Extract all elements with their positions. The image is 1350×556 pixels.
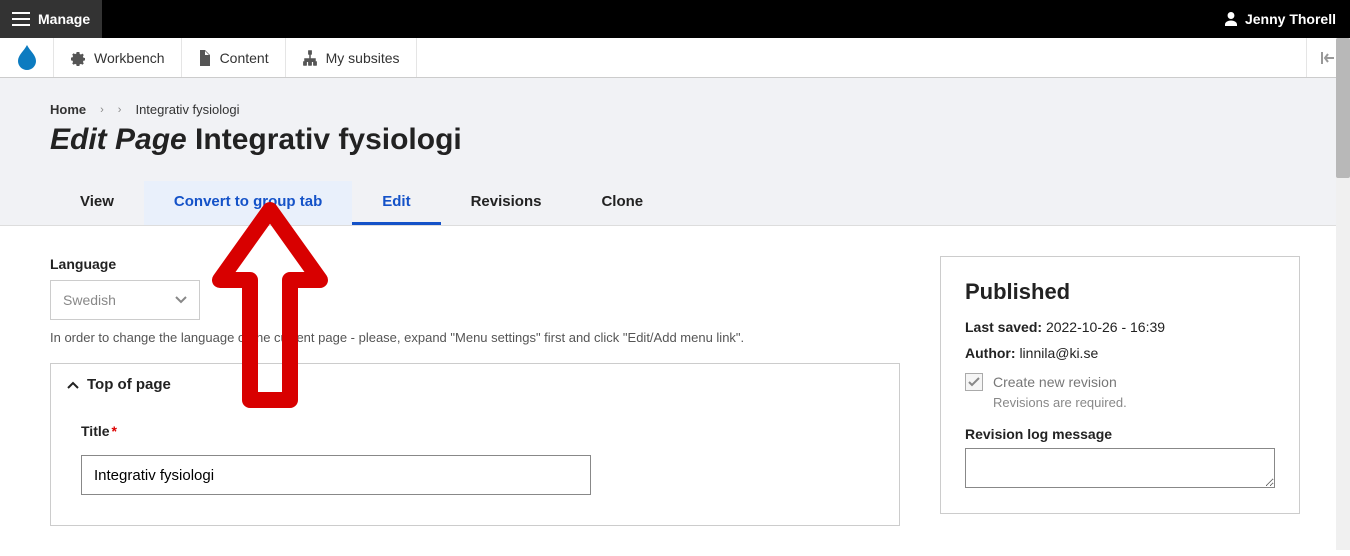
revision-required-note: Revisions are required. xyxy=(993,395,1275,410)
title-label-text: Title xyxy=(81,423,110,439)
toolbar-content-label: Content xyxy=(220,50,269,66)
publish-status: Published xyxy=(965,279,1275,305)
breadcrumb: Home › › Integrativ fysiologi xyxy=(50,102,1300,117)
vertical-scrollbar[interactable] xyxy=(1336,38,1350,550)
content-region: Language Swedish In order to change the … xyxy=(0,226,1350,556)
create-revision-checkbox: Create new revision xyxy=(965,373,1275,391)
tab-convert-to-group[interactable]: Convert to group tab xyxy=(144,181,352,225)
revision-sidebar: Published Last saved: 2022-10-26 - 16:39… xyxy=(940,256,1300,514)
create-revision-label: Create new revision xyxy=(993,374,1117,390)
page-title: Edit Page Integrativ fysiologi xyxy=(50,123,1300,157)
hamburger-icon xyxy=(12,12,30,26)
breadcrumb-home[interactable]: Home xyxy=(50,102,86,117)
required-marker: * xyxy=(112,423,117,439)
chevron-right-icon: › xyxy=(118,104,122,116)
tab-edit[interactable]: Edit xyxy=(352,181,440,225)
admin-topbar: Manage Jenny Thorell xyxy=(0,0,1350,38)
top-of-page-panel: Top of page Title* xyxy=(50,363,900,526)
checkbox-checked-icon xyxy=(965,373,983,391)
admin-toolbar: Workbench Content My subsites xyxy=(0,38,1350,78)
tab-revisions[interactable]: Revisions xyxy=(441,181,572,225)
toolbar-workbench[interactable]: Workbench xyxy=(54,38,182,77)
toolbar-content[interactable]: Content xyxy=(182,38,286,77)
droplet-icon xyxy=(16,45,38,71)
title-input[interactable] xyxy=(81,455,591,495)
primary-tabs: View Convert to group tab Edit Revisions… xyxy=(50,181,1300,225)
author-label: Author: xyxy=(965,345,1016,361)
toolbar-subsites[interactable]: My subsites xyxy=(286,38,417,77)
toolbar-workbench-label: Workbench xyxy=(94,50,165,66)
username: Jenny Thorell xyxy=(1245,11,1336,27)
file-icon xyxy=(198,50,212,66)
drupal-logo[interactable] xyxy=(0,38,54,77)
page-header: Home › › Integrativ fysiologi Edit Page … xyxy=(0,78,1350,226)
tab-clone[interactable]: Clone xyxy=(571,181,673,225)
top-of-page-toggle[interactable]: Top of page xyxy=(51,364,899,405)
sitemap-icon xyxy=(302,50,318,66)
page-title-prefix: Edit Page xyxy=(50,123,187,156)
title-label: Title* xyxy=(81,423,869,439)
last-saved-label: Last saved: xyxy=(965,319,1042,335)
chevron-right-icon: › xyxy=(100,104,104,116)
author: Author: linnila@ki.se xyxy=(965,345,1275,361)
main-form: Language Swedish In order to change the … xyxy=(50,256,900,526)
collapse-icon xyxy=(1320,51,1338,65)
language-select-value: Swedish xyxy=(63,292,116,308)
language-select[interactable]: Swedish xyxy=(50,280,200,320)
manage-label: Manage xyxy=(38,11,90,27)
revision-log-label: Revision log message xyxy=(965,426,1275,442)
breadcrumb-current: Integrativ fysiologi xyxy=(135,102,239,117)
last-saved: Last saved: 2022-10-26 - 16:39 xyxy=(965,319,1275,335)
top-of-page-label: Top of page xyxy=(87,376,171,393)
language-help-text: In order to change the language of the c… xyxy=(50,330,900,345)
tab-view[interactable]: View xyxy=(50,181,144,225)
chevron-up-icon xyxy=(67,381,79,389)
manage-button[interactable]: Manage xyxy=(0,0,102,38)
language-label: Language xyxy=(50,256,900,272)
user-menu[interactable]: Jenny Thorell xyxy=(1209,11,1350,27)
toolbar-subsites-label: My subsites xyxy=(326,50,400,66)
chevron-down-icon xyxy=(175,296,187,304)
scrollbar-thumb[interactable] xyxy=(1336,38,1350,178)
page-title-name: Integrativ fysiologi xyxy=(195,123,462,156)
user-icon xyxy=(1223,11,1239,27)
last-saved-value: 2022-10-26 - 16:39 xyxy=(1046,319,1165,335)
gear-icon xyxy=(70,50,86,66)
author-value: linnila@ki.se xyxy=(1019,345,1098,361)
revision-log-input[interactable] xyxy=(965,448,1275,488)
